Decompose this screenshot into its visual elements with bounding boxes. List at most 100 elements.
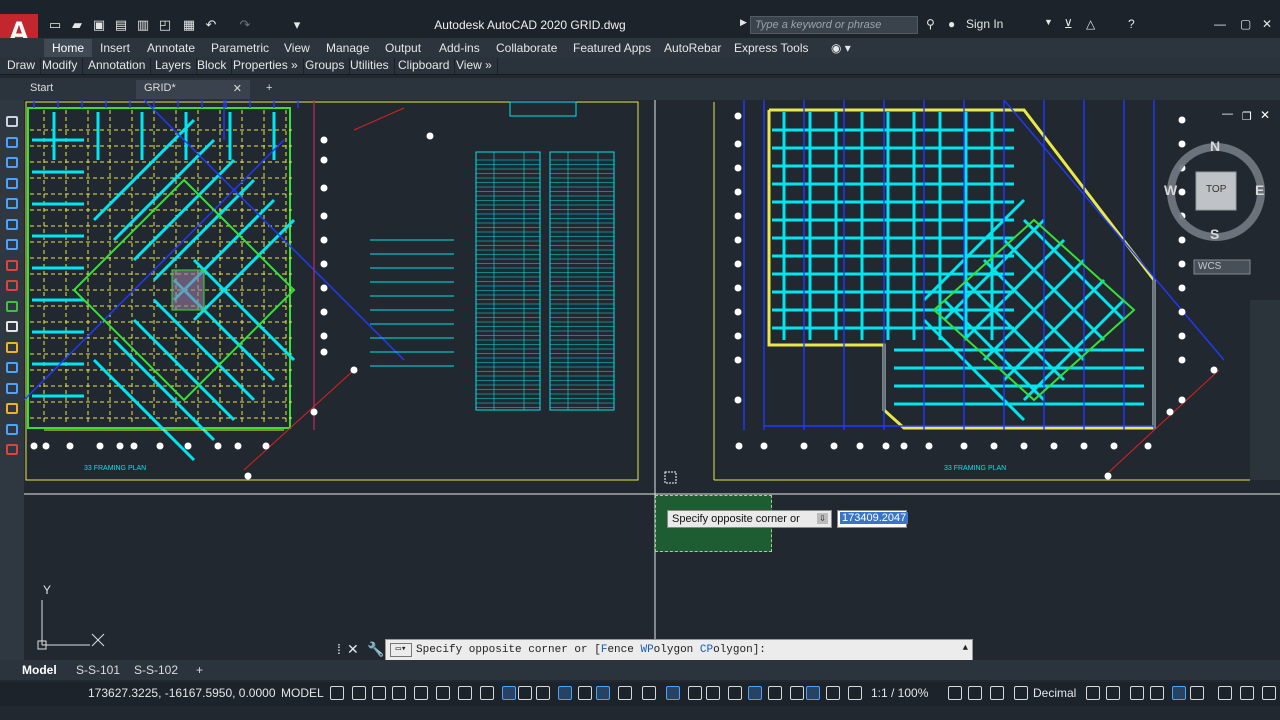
redo-icon[interactable]: ↷ <box>238 18 252 32</box>
units-display[interactable]: Decimal <box>1033 686 1076 700</box>
recent-commands-icon[interactable]: ▭▾ <box>390 643 412 657</box>
status-toggle-icon-5[interactable] <box>414 686 428 700</box>
option-wpolygon[interactable]: olygon <box>654 644 694 656</box>
status-toggle-icon-32[interactable] <box>1106 686 1120 700</box>
status-toggle-icon-10[interactable] <box>518 686 532 700</box>
status-toggle-icon-14[interactable] <box>596 686 610 700</box>
ribbon-tab-manage[interactable]: Manage <box>318 39 377 57</box>
chevron-right-icon[interactable]: ▶ <box>740 17 747 28</box>
panel-annotation[interactable]: Annotation <box>83 58 152 74</box>
status-toggle-icon-11[interactable] <box>536 686 550 700</box>
new-tab-button[interactable]: + <box>258 80 280 99</box>
status-toggle-icon-31[interactable] <box>1086 686 1100 700</box>
plot-icon[interactable]: ▥ <box>136 18 150 32</box>
a360-icon[interactable]: △ <box>1086 17 1095 31</box>
status-toggle-icon-30[interactable] <box>1014 686 1028 700</box>
layout-tab-s-s-102[interactable]: S-S-102 <box>128 661 184 679</box>
status-toggle-icon-12[interactable] <box>558 686 572 700</box>
sign-in-button[interactable]: Sign In <box>966 17 1003 31</box>
viewport-restore-icon[interactable]: ❐ <box>1242 110 1252 123</box>
viewcube-west[interactable]: W <box>1164 182 1177 198</box>
add-layout-button[interactable]: + <box>190 661 209 679</box>
option-cpolygon[interactable]: olygon <box>713 644 753 656</box>
panel-draw[interactable]: Draw <box>2 58 42 74</box>
panel-modify[interactable]: Modify <box>37 58 84 74</box>
wcs-menu[interactable]: WCS <box>1198 261 1221 272</box>
print-icon[interactable]: ▦ <box>182 18 196 32</box>
tool-icon-17[interactable] <box>6 444 18 455</box>
viewcube-south[interactable]: S <box>1210 226 1219 242</box>
status-toggle-icon-38[interactable] <box>1240 686 1254 700</box>
panel-utilities[interactable]: Utilities <box>345 58 395 74</box>
undo-icon[interactable]: ↶ <box>204 18 218 32</box>
panel-view[interactable]: View » <box>451 58 498 74</box>
status-toggle-icon-29[interactable] <box>990 686 1004 700</box>
viewport-minimize-icon[interactable]: — <box>1222 108 1233 120</box>
viewcube-top-face[interactable]: TOP <box>1206 184 1226 195</box>
ribbon-tab-annotate[interactable]: Annotate <box>139 39 203 57</box>
tool-icon-2[interactable] <box>6 136 18 148</box>
ribbon-tab-add-ins[interactable]: Add-ins <box>431 39 488 57</box>
tool-icon-6[interactable] <box>6 218 18 230</box>
command-close-icon[interactable]: ✕ <box>347 641 359 658</box>
status-toggle-icon-20[interactable] <box>728 686 742 700</box>
option-wpolygon-hotkey[interactable]: WP <box>640 644 653 656</box>
prompt-options-icon[interactable]: ⇩ <box>817 513 828 524</box>
ribbon-tab-home[interactable]: Home <box>44 39 93 57</box>
status-toggle-icon-3[interactable] <box>372 686 386 700</box>
status-toggle-icon-2[interactable] <box>352 686 366 700</box>
status-toggle-icon-19[interactable] <box>706 686 720 700</box>
ribbon-tab-output[interactable]: Output <box>377 39 429 57</box>
annotation-scale[interactable]: 1:1 / 100% <box>871 686 928 700</box>
tool-icon-10[interactable] <box>6 300 18 312</box>
tool-icon-15[interactable] <box>6 403 18 414</box>
status-toggle-icon-18[interactable] <box>688 686 702 700</box>
status-toggle-icon-37[interactable] <box>1218 686 1232 700</box>
status-toggle-icon-15[interactable] <box>618 686 632 700</box>
ribbon-tab-express-tools[interactable]: Express Tools <box>726 39 816 57</box>
tool-icon-16[interactable] <box>6 423 18 435</box>
drawing-viewport[interactable]: 33 FRAMING PLAN 33 FRAMING PLAN <box>24 100 1280 660</box>
status-toggle-icon-17[interactable] <box>666 686 680 700</box>
search-input[interactable]: Type a keyword or phrase <box>750 16 918 34</box>
tool-icon-7[interactable] <box>6 239 18 250</box>
ribbon-tab-parametric[interactable]: Parametric <box>203 39 277 57</box>
help-icon[interactable]: ? <box>1128 17 1135 31</box>
tool-icon-13[interactable] <box>6 362 18 373</box>
ribbon-toggle-icon[interactable]: ◉ ▾ <box>823 39 859 57</box>
ribbon-tab-insert[interactable]: Insert <box>92 39 138 57</box>
status-toggle-icon-35[interactable] <box>1172 686 1186 700</box>
user-icon[interactable]: ● <box>948 17 955 31</box>
status-toggle-icon-8[interactable] <box>480 686 494 700</box>
option-cpolygon-hotkey[interactable]: CP <box>700 644 713 656</box>
panel-block[interactable]: Block <box>192 58 233 74</box>
open-icon[interactable]: ▰ <box>70 18 84 32</box>
status-toggle-icon-6[interactable] <box>436 686 450 700</box>
status-toggle-icon-39[interactable] <box>1262 686 1276 700</box>
panel-properties[interactable]: Properties » <box>228 58 304 74</box>
customize-wrench-icon[interactable]: 🔧 <box>367 641 384 658</box>
ribbon-tab-collaborate[interactable]: Collaborate <box>488 39 565 57</box>
history-up-icon[interactable]: ▲ <box>963 643 968 653</box>
sign-in-dropdown-icon[interactable]: ▼ <box>1044 17 1053 27</box>
status-toggle-icon-34[interactable] <box>1150 686 1164 700</box>
tool-icon-4[interactable] <box>6 177 18 189</box>
viewcube-north[interactable]: N <box>1210 138 1220 154</box>
tool-icon-11[interactable] <box>6 321 18 332</box>
tool-icon-1[interactable] <box>6 116 18 127</box>
tool-icon-9[interactable] <box>6 280 18 291</box>
status-toggle-icon-25[interactable] <box>826 686 840 700</box>
status-toggle-icon-24[interactable] <box>806 686 820 700</box>
status-toggle-icon-9[interactable] <box>502 686 516 700</box>
save-as-icon[interactable]: ▤ <box>114 18 128 32</box>
status-toggle-icon-22[interactable] <box>768 686 782 700</box>
panel-groups[interactable]: Groups <box>300 58 351 74</box>
layout-tab-model[interactable]: Model <box>16 661 63 679</box>
status-toggle-icon-26[interactable] <box>848 686 862 700</box>
close-icon[interactable]: ✕ <box>1262 17 1272 31</box>
status-toggle-icon-33[interactable] <box>1130 686 1144 700</box>
panel-clipboard[interactable]: Clipboard <box>393 58 456 74</box>
customize-qa-icon[interactable]: ▾ <box>290 18 304 32</box>
tool-icon-12[interactable] <box>6 341 18 353</box>
maximize-icon[interactable]: ▢ <box>1240 17 1251 31</box>
